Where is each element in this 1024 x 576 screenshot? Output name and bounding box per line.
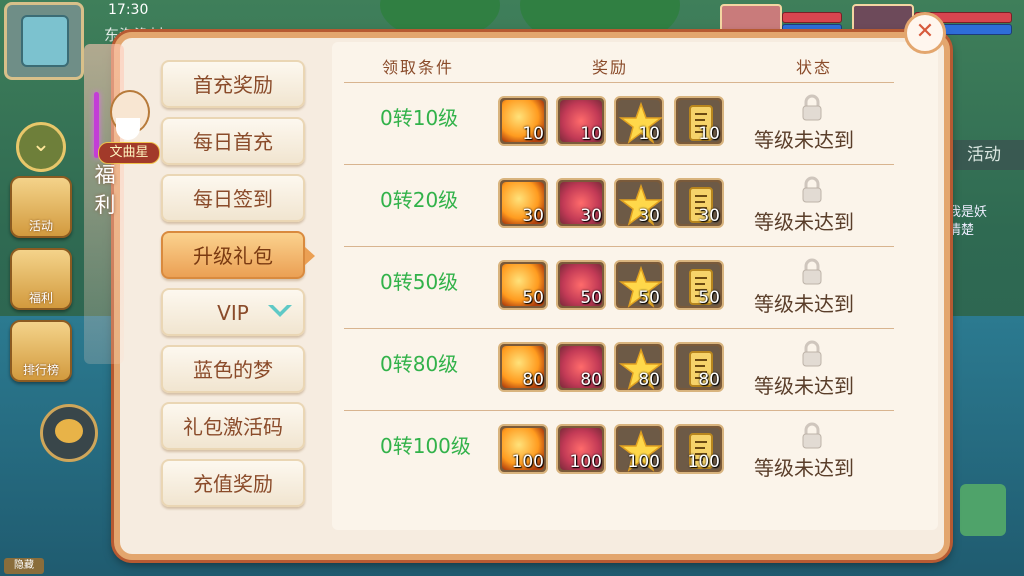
reward-count: 100 xyxy=(627,452,660,472)
reward-count: 30 xyxy=(638,206,660,226)
rank-button[interactable]: 排行榜 xyxy=(10,320,72,382)
reward-count: 80 xyxy=(580,370,602,390)
reward-count: 50 xyxy=(698,288,720,308)
npc-beard xyxy=(116,118,140,140)
fire-orb-icon[interactable]: 100 xyxy=(498,424,548,474)
chat-bubble-icon xyxy=(55,419,83,443)
map-button[interactable] xyxy=(4,2,84,80)
rank-label: 排行榜 xyxy=(22,363,59,377)
reward-count: 80 xyxy=(698,370,720,390)
row-condition: 0转80级 xyxy=(380,352,459,376)
menu-gift-code[interactable]: 礼包激活码 xyxy=(161,402,305,450)
menu-blue-dream[interactable]: 蓝色的梦 xyxy=(161,345,305,393)
row-status: 等级未达到 xyxy=(754,128,854,152)
red-feather-icon[interactable]: 80 xyxy=(556,342,606,392)
reward-count: 80 xyxy=(522,370,544,390)
divider xyxy=(344,246,894,247)
menu-vip[interactable]: VIP xyxy=(161,288,305,336)
row-status: 等级未达到 xyxy=(754,456,854,480)
gold-scroll-icon[interactable]: 100 xyxy=(674,424,724,474)
chevron-down-icon xyxy=(265,300,295,324)
reward-count: 100 xyxy=(687,452,720,472)
gold-star-icon[interactable]: 50 xyxy=(614,260,664,310)
row-condition: 0转50级 xyxy=(380,270,459,294)
reward-count: 30 xyxy=(522,206,544,226)
gold-scroll-icon[interactable]: 30 xyxy=(674,178,724,228)
status-bar: 17:30 东海渔村 xyxy=(0,0,1024,46)
close-icon: ✕ xyxy=(915,19,935,44)
reward-count: 30 xyxy=(698,206,720,226)
red-feather-icon[interactable]: 30 xyxy=(556,178,606,228)
fuli-label: 福利 xyxy=(28,291,53,305)
menu-recharge-reward[interactable]: 充值奖励 xyxy=(161,459,305,507)
fire-orb-icon[interactable]: 50 xyxy=(498,260,548,310)
gold-star-icon[interactable]: 10 xyxy=(614,96,664,146)
hide-button[interactable]: 隐藏 xyxy=(4,558,44,574)
gold-star-icon[interactable]: 30 xyxy=(614,178,664,228)
activity-label: 活动 xyxy=(28,219,53,233)
right-activity-tab[interactable]: 活动 xyxy=(944,140,1024,170)
chat-button[interactable] xyxy=(40,404,98,462)
category-title: 福利 xyxy=(94,163,116,217)
header-reward: 奖励 xyxy=(592,58,629,77)
reward-count: 80 xyxy=(638,370,660,390)
reward-count: 100 xyxy=(569,452,602,472)
header-status: 状态 xyxy=(796,58,833,77)
chat-preview-line: 我是妖 xyxy=(948,205,988,220)
menu-first-recharge[interactable]: 首充奖励 xyxy=(161,60,305,108)
reward-count: 10 xyxy=(698,124,720,144)
fire-orb-icon[interactable]: 30 xyxy=(498,178,548,228)
red-feather-icon[interactable]: 50 xyxy=(556,260,606,310)
gold-scroll-icon[interactable]: 80 xyxy=(674,342,724,392)
menu-vip-label: VIP xyxy=(217,301,249,325)
row-status: 等级未达到 xyxy=(754,210,854,234)
lock-icon xyxy=(800,176,824,204)
lock-icon xyxy=(800,422,824,450)
row-condition: 0转10级 xyxy=(380,106,459,130)
divider xyxy=(344,328,894,329)
reward-count: 100 xyxy=(511,452,544,472)
divider xyxy=(344,82,894,83)
lock-icon xyxy=(800,94,824,122)
reward-count: 10 xyxy=(522,124,544,144)
chevron-down-icon: ⌄ xyxy=(31,132,51,157)
gold-scroll-icon[interactable]: 50 xyxy=(674,260,724,310)
reward-count: 30 xyxy=(580,206,602,226)
gold-star-icon[interactable]: 80 xyxy=(614,342,664,392)
reward-count: 10 xyxy=(580,124,602,144)
collapse-button[interactable]: ⌄ xyxy=(16,122,66,172)
lock-icon xyxy=(800,340,824,368)
red-feather-icon[interactable]: 100 xyxy=(556,424,606,474)
gold-star-icon[interactable]: 100 xyxy=(614,424,664,474)
fire-orb-icon[interactable]: 80 xyxy=(498,342,548,392)
clock: 17:30 xyxy=(108,2,149,18)
divider xyxy=(344,164,894,165)
lock-icon xyxy=(800,258,824,286)
reward-count: 50 xyxy=(522,288,544,308)
reward-count: 50 xyxy=(638,288,660,308)
fire-orb-icon[interactable]: 10 xyxy=(498,96,548,146)
close-button[interactable]: ✕ xyxy=(904,12,946,54)
menu-level-gift[interactable]: 升级礼包 xyxy=(161,231,315,279)
reward-count: 50 xyxy=(580,288,602,308)
chat-preview: 我是妖 情楚 xyxy=(948,204,987,240)
reward-count: 10 xyxy=(638,124,660,144)
row-condition: 0转20级 xyxy=(380,188,459,212)
fuli-button[interactable]: 福利 xyxy=(10,248,72,310)
row-status: 等级未达到 xyxy=(754,374,854,398)
row-condition: 0转100级 xyxy=(380,434,471,458)
more-button[interactable] xyxy=(960,484,1006,536)
header-condition: 领取条件 xyxy=(382,58,455,77)
chat-preview-line: 情楚 xyxy=(948,223,975,238)
menu-daily-recharge[interactable]: 每日首充 xyxy=(161,117,305,165)
activity-button[interactable]: 活动 xyxy=(10,176,72,238)
red-feather-icon[interactable]: 10 xyxy=(556,96,606,146)
divider xyxy=(344,410,894,411)
gold-scroll-icon[interactable]: 10 xyxy=(674,96,724,146)
pet-hp-bar xyxy=(782,12,842,23)
row-status: 等级未达到 xyxy=(754,292,854,316)
map-icon xyxy=(21,15,69,67)
menu-daily-checkin[interactable]: 每日签到 xyxy=(161,174,305,222)
